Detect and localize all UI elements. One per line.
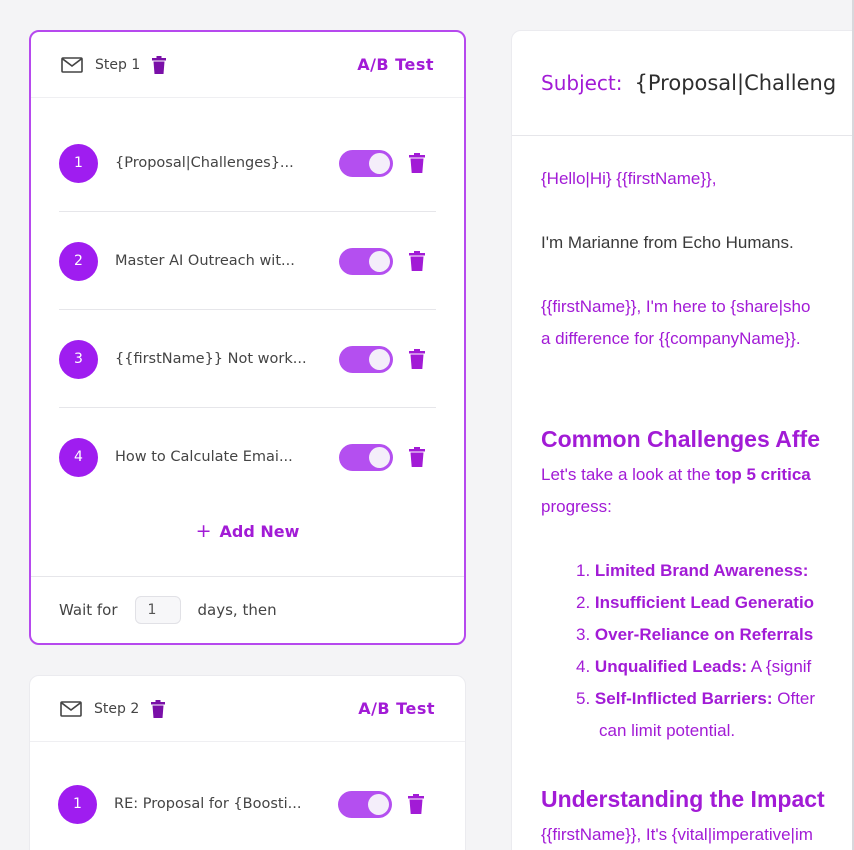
step-header: Step 1 A/B Test bbox=[31, 32, 464, 98]
list-item-continuation[interactable]: can limit potential. bbox=[599, 721, 735, 741]
mail-icon bbox=[61, 56, 83, 73]
variant-subject[interactable]: Master AI Outreach wit... bbox=[115, 253, 323, 269]
divider bbox=[59, 211, 436, 212]
variant-number-badge: 1 bbox=[59, 143, 98, 183]
list-item[interactable]: 5. Self-Inflicted Barriers: Ofter bbox=[576, 689, 815, 709]
variant-row[interactable]: 1 {Proposal|Challenges}... bbox=[59, 135, 436, 191]
body-heading[interactable]: Understanding the Impact bbox=[541, 786, 825, 813]
body-line[interactable]: {{firstName}}, I'm here to {share|sho bbox=[541, 297, 810, 317]
variant-row[interactable]: 1 RE: Proposal for {Boosti... bbox=[58, 776, 437, 832]
variant-toggle[interactable] bbox=[339, 443, 393, 471]
email-editor-panel[interactable]: Subject: {Proposal|Challeng {Hello|Hi} {… bbox=[511, 30, 854, 850]
step-label: Step 1 bbox=[95, 56, 141, 73]
list-item[interactable]: 1. Limited Brand Awareness: bbox=[576, 561, 808, 581]
divider bbox=[59, 309, 436, 310]
list-bold: Self-Inflicted Barriers: bbox=[594, 689, 773, 708]
list-bold: Insufficient Lead Generatio bbox=[594, 593, 815, 612]
subject-row[interactable]: Subject: {Proposal|Challeng bbox=[512, 31, 854, 136]
list-item[interactable]: 2. Insufficient Lead Generatio bbox=[576, 593, 814, 613]
list-bold: Unqualified Leads: bbox=[594, 657, 747, 676]
variant-number-badge: 4 bbox=[59, 437, 98, 477]
variant-row[interactable]: 3 {{firstName}} Not work... bbox=[59, 331, 436, 387]
variant-toggle[interactable] bbox=[339, 247, 393, 275]
trash-icon[interactable] bbox=[409, 251, 425, 271]
variant-number-badge: 2 bbox=[59, 241, 98, 281]
add-new-label: Add New bbox=[219, 522, 300, 541]
subject-label: Subject: bbox=[541, 71, 623, 95]
trash-icon[interactable] bbox=[409, 153, 425, 173]
list-desc: A {signif bbox=[747, 657, 812, 676]
wait-days-input[interactable] bbox=[134, 596, 181, 624]
list-bold: Limited Brand Awareness: bbox=[594, 561, 809, 580]
wait-row: Wait for days, then bbox=[31, 576, 464, 643]
variant-subject[interactable]: {Proposal|Challenges}... bbox=[115, 155, 323, 171]
list-number: 4. bbox=[576, 657, 591, 676]
body-greeting[interactable]: {Hello|Hi} {{firstName}}, bbox=[541, 169, 716, 189]
trash-icon[interactable] bbox=[409, 447, 425, 467]
plus-icon: + bbox=[195, 520, 212, 542]
variant-subject[interactable]: How to Calculate Emai... bbox=[115, 449, 323, 465]
subject-input[interactable]: {Proposal|Challeng bbox=[635, 71, 837, 95]
body-line[interactable]: a difference for {{companyName}}. bbox=[541, 329, 801, 349]
wait-suffix: days, then bbox=[197, 601, 277, 619]
variant-toggle[interactable] bbox=[339, 149, 393, 177]
list-number: 3. bbox=[576, 625, 591, 644]
list-item[interactable]: 3. Over-Reliance on Referrals bbox=[576, 625, 813, 645]
list-item[interactable]: 4. Unqualified Leads: A {signif bbox=[576, 657, 811, 677]
add-new-variant-button[interactable]: + Add New bbox=[31, 520, 464, 542]
body-intro[interactable]: I'm Marianne from Echo Humans. bbox=[541, 233, 794, 253]
step-card-1[interactable]: Step 1 A/B Test 1 {Proposal|Challenges}.… bbox=[29, 30, 466, 645]
body-paragraph-text: Let's take a look at the bbox=[541, 465, 716, 484]
list-number: 2. bbox=[576, 593, 591, 612]
body-heading[interactable]: Common Challenges Affe bbox=[541, 426, 820, 453]
variant-row[interactable]: 4 How to Calculate Emai... bbox=[59, 429, 436, 485]
list-number: 5. bbox=[576, 689, 591, 708]
ab-test-button[interactable]: A/B Test bbox=[357, 55, 434, 74]
variant-row[interactable]: 2 Master AI Outreach wit... bbox=[59, 233, 436, 289]
wait-prefix: Wait for bbox=[59, 601, 118, 619]
variant-subject[interactable]: {{firstName}} Not work... bbox=[115, 351, 323, 367]
body-paragraph[interactable]: {{firstName}}, It's {vital|imperative|im bbox=[541, 825, 813, 845]
variant-subject[interactable]: RE: Proposal for {Boosti... bbox=[114, 796, 322, 812]
delete-step-icon[interactable] bbox=[151, 699, 166, 718]
step-header: Step 2 A/B Test bbox=[30, 676, 465, 742]
trash-icon[interactable] bbox=[409, 349, 425, 369]
list-desc: Ofter bbox=[772, 689, 816, 708]
mail-icon bbox=[60, 700, 82, 717]
step-card-2[interactable]: Step 2 A/B Test 1 RE: Proposal for {Boos… bbox=[29, 675, 466, 850]
step-label: Step 2 bbox=[94, 700, 140, 717]
delete-step-icon[interactable] bbox=[152, 55, 167, 74]
list-number: 1. bbox=[576, 561, 591, 580]
divider bbox=[59, 407, 436, 408]
variant-number-badge: 1 bbox=[58, 784, 97, 824]
trash-icon[interactable] bbox=[408, 794, 424, 814]
variant-toggle[interactable] bbox=[338, 790, 392, 818]
ab-test-button[interactable]: A/B Test bbox=[358, 699, 435, 718]
body-paragraph[interactable]: Let's take a look at the top 5 critica bbox=[541, 465, 811, 485]
variant-toggle[interactable] bbox=[339, 345, 393, 373]
list-bold: Over-Reliance on Referrals bbox=[594, 625, 814, 644]
body-paragraph[interactable]: progress: bbox=[541, 497, 612, 517]
variant-number-badge: 3 bbox=[59, 339, 98, 379]
body-paragraph-bold: top 5 critica bbox=[715, 465, 811, 484]
